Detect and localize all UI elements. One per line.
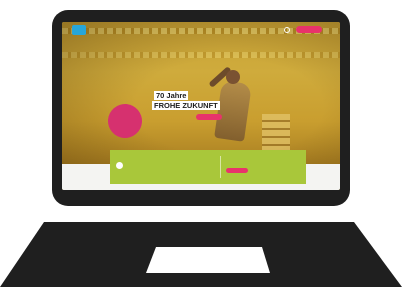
info-banner — [110, 150, 306, 184]
laptop-keyboard-base — [0, 222, 402, 287]
laptop-trackpad — [146, 247, 270, 273]
banner-button[interactable] — [226, 168, 248, 173]
location-icon — [116, 162, 123, 169]
banner-divider — [220, 156, 221, 178]
